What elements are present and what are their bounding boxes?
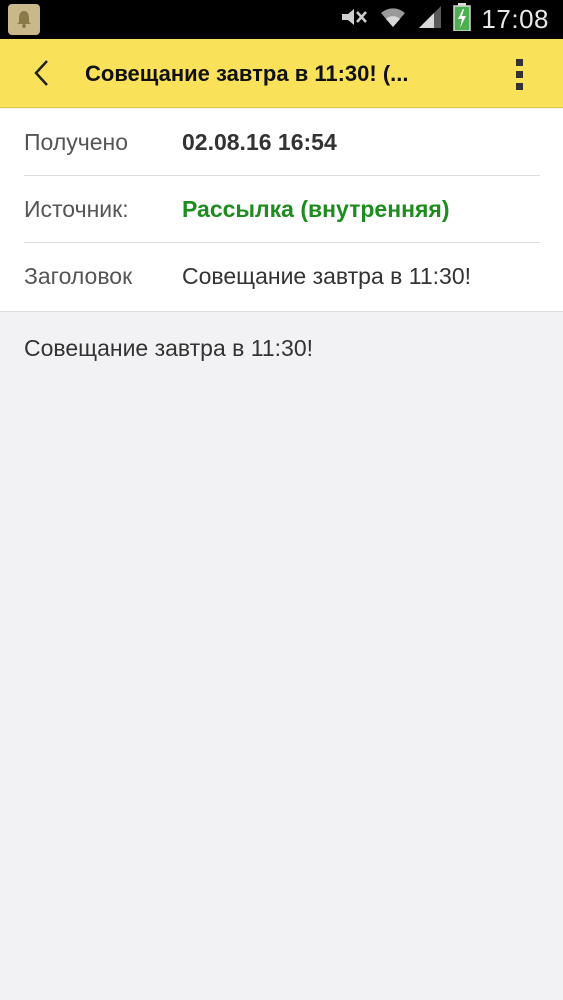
battery-charging-icon [453,3,472,36]
subject-value: Совещание завтра в 11:30! [182,263,472,289]
signal-icon [417,4,443,35]
source-value[interactable]: Рассылка (внутренняя) [182,176,450,243]
received-row: Получено 02.08.16 16:54 [0,109,563,176]
source-row: Источник: Рассылка (внутренняя) [0,176,563,243]
status-time: 17:08 [481,4,549,34]
subject-row: Заголовок Совещание завтра в 11:30! [0,243,563,310]
more-menu-button[interactable] [505,53,533,95]
more-vertical-icon [515,58,523,66]
subject-label: Заголовок [24,263,133,289]
app-bar: Совещание завтра в 11:30! (... [0,39,563,108]
wifi-icon [379,5,407,34]
mute-icon [339,6,369,33]
source-label: Источник: [24,196,129,222]
back-button[interactable] [20,51,64,95]
page-title: Совещание завтра в 11:30! (... [85,60,409,86]
chevron-left-icon [34,60,48,86]
app-notification-icon [8,4,40,35]
status-bar: 17:08 [0,0,563,39]
message-body: Совещание завтра в 11:30! [24,335,314,361]
received-value: 02.08.16 16:54 [182,129,337,155]
received-label: Получено [24,129,129,155]
details-panel: Получено 02.08.16 16:54 Источник: Рассыл… [0,109,563,312]
